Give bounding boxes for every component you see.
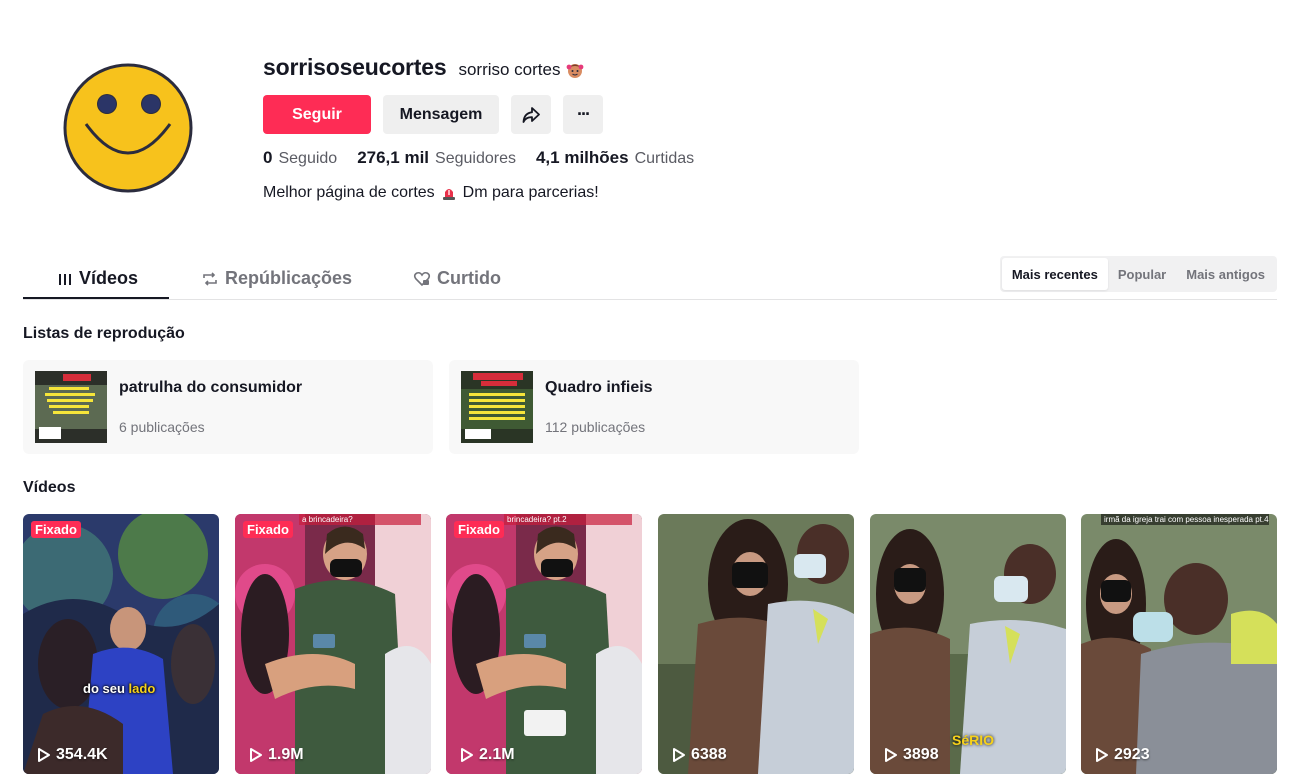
play-icon: [38, 748, 50, 762]
play-icon: [1096, 748, 1108, 762]
stat-following[interactable]: 0 Seguido: [263, 148, 337, 168]
heart-lock-icon: [413, 271, 431, 286]
share-icon: [522, 106, 540, 123]
play-icon: [461, 748, 473, 762]
play-icon: [885, 748, 897, 762]
overlay-highlight: lado: [128, 681, 156, 696]
videos-title: Vídeos: [23, 479, 76, 496]
bio-suffix: Dm para parcerias!: [462, 184, 599, 201]
stats-row: 0 Seguido 276,1 mil Seguidores 4,1 milhõ…: [263, 148, 694, 168]
view-count-value: 6388: [691, 746, 727, 763]
playlist-thumbnail: [35, 371, 107, 443]
video-card[interactable]: Fixado a brincadeira? 1.9M: [235, 514, 431, 774]
play-icon: [250, 748, 262, 762]
view-count: 2923: [1095, 746, 1150, 764]
playlist-title: patrulha do consumidor: [119, 379, 303, 396]
view-count-value: 3898: [903, 746, 939, 763]
more-button[interactable]: ···: [563, 95, 603, 134]
view-count: 2.1M: [460, 746, 515, 764]
video-thumbnail: [1081, 514, 1277, 774]
view-count-value: 2923: [1114, 746, 1150, 763]
active-tab-indicator: [23, 297, 169, 299]
tab-videos[interactable]: Vídeos: [57, 258, 138, 299]
play-icon: [673, 748, 685, 762]
video-overlay-text: SéRIO: [952, 732, 995, 748]
repost-icon: [203, 271, 217, 286]
video-thumbnail: [235, 514, 431, 774]
tab-label: Repúblicações: [225, 268, 353, 288]
view-count: 354.4K: [37, 746, 108, 764]
playlist-card[interactable]: Quadro infieis 112 publicações: [449, 360, 859, 454]
profile-avatar[interactable]: [62, 62, 194, 194]
video-card[interactable]: Fixado do seu lado 354.4K: [23, 514, 219, 774]
video-thumbnail: [658, 514, 854, 774]
video-card[interactable]: Fixado brincadeira? pt.2 2.1M: [446, 514, 642, 774]
tab-liked[interactable]: Curtido: [413, 258, 501, 299]
playlist-title: Quadro infieis: [545, 379, 653, 396]
sort-popular[interactable]: Popular: [1108, 258, 1176, 290]
grid-bars-icon: [59, 273, 71, 285]
stat-value: 4,1 milhões: [535, 148, 629, 167]
share-button[interactable]: [511, 95, 551, 134]
bio: Melhor página de cortes Dm para parceria…: [263, 184, 599, 202]
overlay-word: do seu: [83, 681, 125, 696]
stat-likes: 4,1 milhões Curtidas: [536, 148, 694, 168]
stat-value: 0: [263, 148, 273, 167]
video-thumbnail: [446, 514, 642, 774]
message-button[interactable]: Mensagem: [383, 95, 499, 134]
video-card[interactable]: 6388: [658, 514, 854, 774]
tab-label: Vídeos: [79, 268, 139, 288]
nickname: sorriso cortes: [458, 60, 561, 79]
video-card[interactable]: irmã da igreja trai com pessoa inesperad…: [1081, 514, 1277, 774]
pinned-badge: Fixado: [31, 521, 81, 538]
playlist-count: 6 publicações: [119, 419, 205, 435]
view-count-value: 354.4K: [56, 746, 108, 763]
video-thumbnail: [23, 514, 219, 774]
tab-label: Curtido: [437, 268, 501, 288]
view-count: 1.9M: [249, 746, 304, 764]
video-caption: irmã da igreja trai com pessoa inesperad…: [1101, 514, 1269, 525]
view-count-value: 2.1M: [479, 746, 515, 763]
sort-recent[interactable]: Mais recentes: [1001, 258, 1108, 290]
stat-followers[interactable]: 276,1 mil Seguidores: [357, 148, 516, 168]
playlist-card[interactable]: patrulha do consumidor 6 publicações: [23, 360, 433, 454]
video-caption: a brincadeira?: [299, 514, 421, 525]
video-card[interactable]: SéRIO 3898: [870, 514, 1066, 774]
bio-text: Melhor página de cortes: [263, 184, 435, 201]
username: sorrisoseucortes: [263, 54, 447, 80]
stat-label: Seguido: [278, 150, 338, 167]
girl-emoji-icon: [566, 61, 584, 79]
profile-actions: Seguir Mensagem ···: [263, 95, 603, 134]
nickname-wrap: sorriso cortes: [458, 60, 584, 80]
stat-label: Seguidores: [435, 150, 516, 167]
pinned-badge: Fixado: [454, 521, 504, 538]
view-count-value: 1.9M: [268, 746, 304, 763]
playlist-count: 112 publicações: [545, 419, 646, 435]
sort-oldest[interactable]: Mais antigos: [1176, 258, 1275, 290]
stat-value: 276,1 mil: [357, 148, 430, 167]
view-count: 3898: [884, 746, 939, 764]
video-overlay-text: do seu lado: [83, 681, 155, 696]
profile-info: sorrisoseucortes sorriso cortes: [263, 54, 584, 82]
sort-toggle: Mais recentes Popular Mais antigos: [999, 256, 1277, 292]
video-caption: brincadeira? pt.2: [504, 514, 632, 525]
playlist-thumbnail: [461, 371, 533, 443]
pinned-badge: Fixado: [243, 521, 293, 538]
siren-icon: [441, 185, 457, 201]
stat-label: Curtidas: [634, 150, 695, 167]
playlists-title: Listas de reprodução: [23, 325, 185, 342]
more-icon: ···: [577, 104, 591, 124]
tab-reposts[interactable]: Repúblicações: [201, 258, 352, 299]
title-row: sorrisoseucortes sorriso cortes: [263, 54, 584, 82]
follow-button[interactable]: Seguir: [263, 95, 371, 134]
view-count: 6388: [672, 746, 727, 764]
